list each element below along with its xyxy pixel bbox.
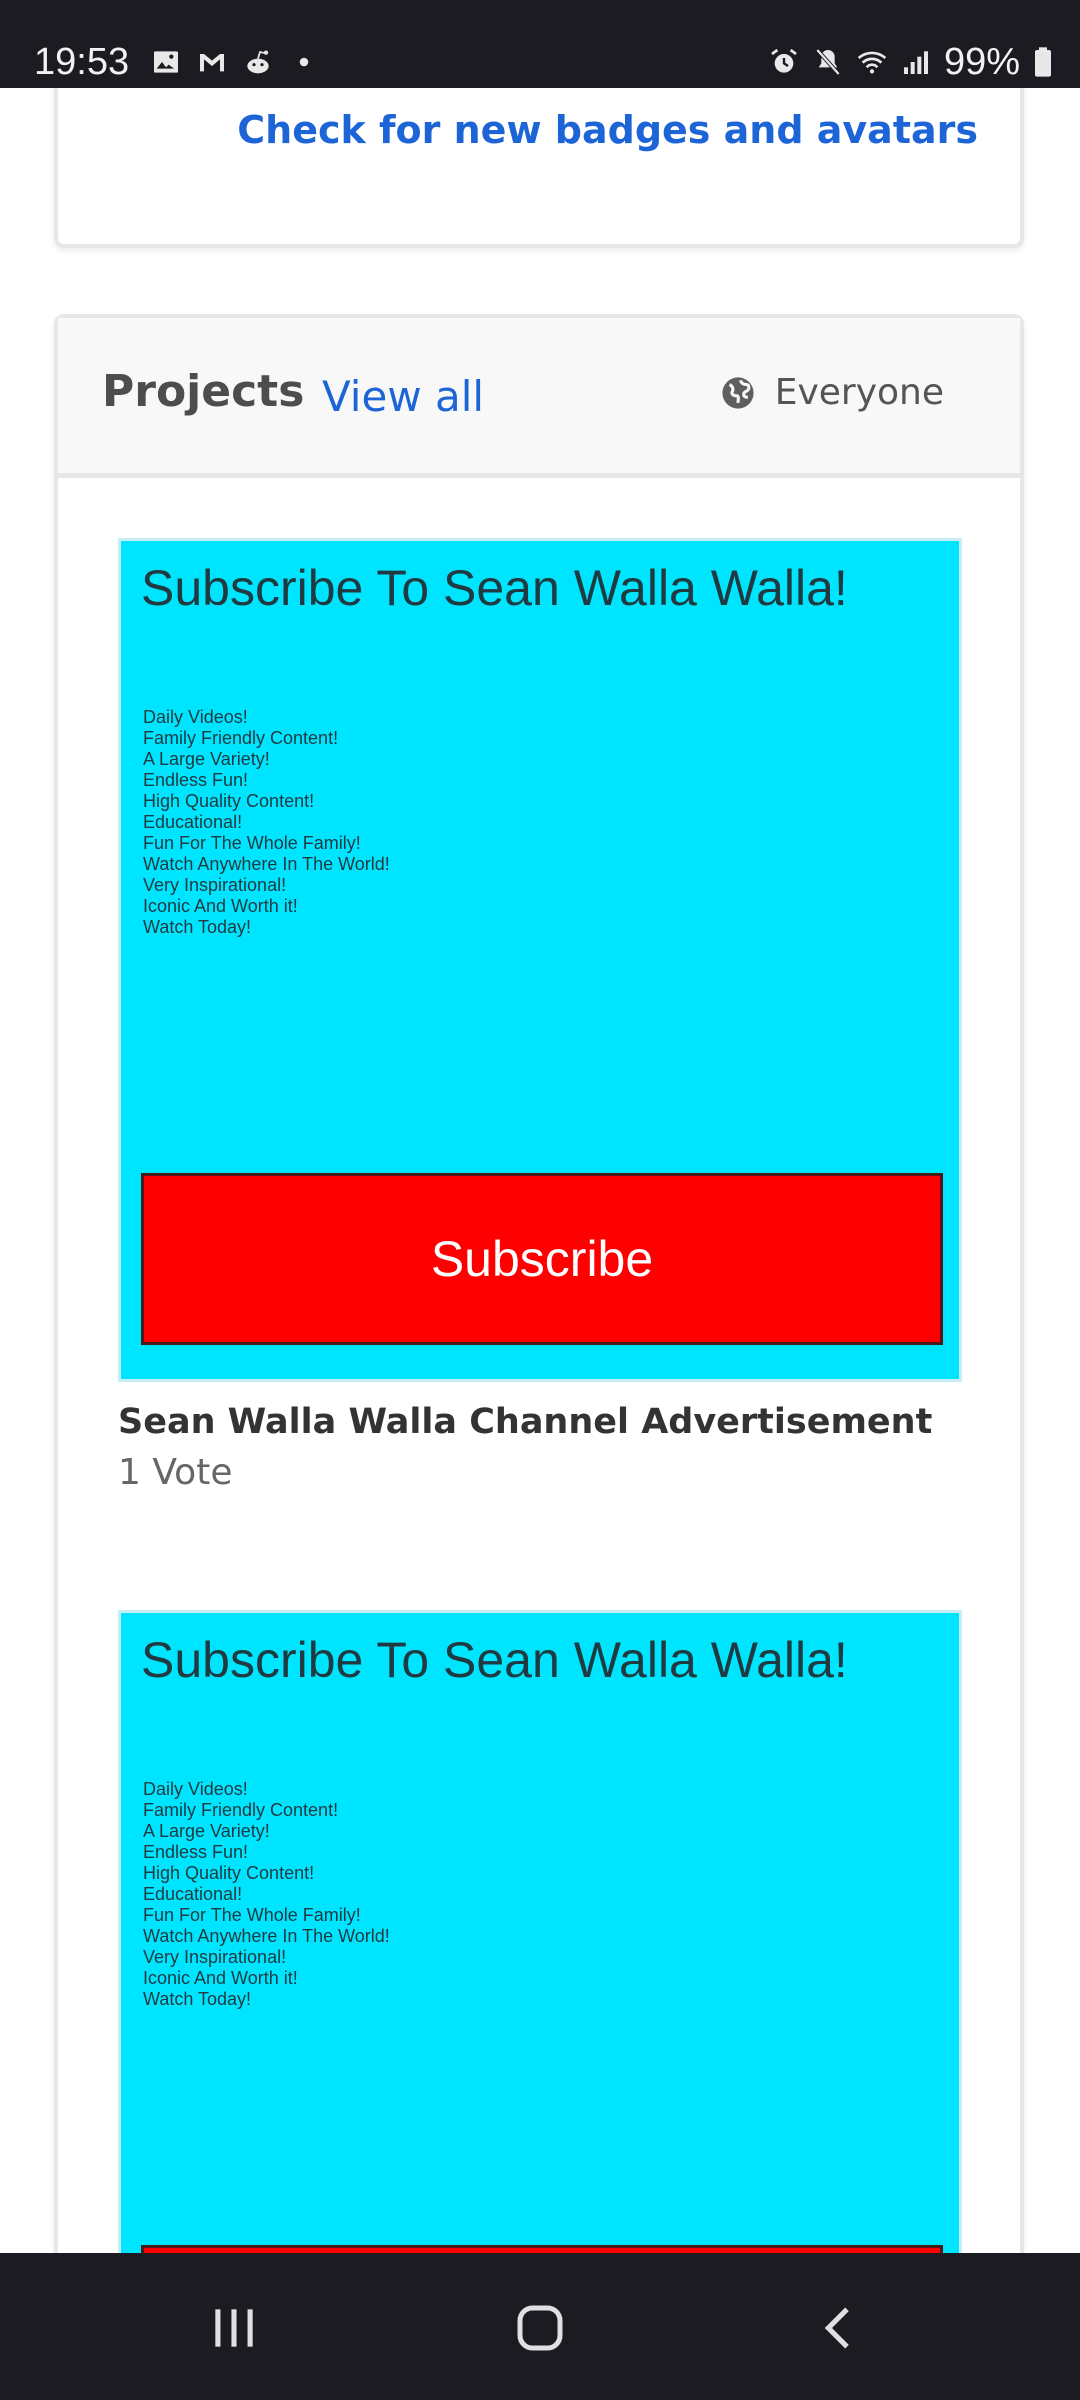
projects-card: Projects View all Everyone Subscribe To … xyxy=(54,314,1024,2253)
thumbnail-line: High Quality Content! xyxy=(143,791,315,811)
projects-header: Projects View all Everyone xyxy=(58,318,1020,478)
notification-icons xyxy=(150,42,320,82)
back-button[interactable] xyxy=(800,2293,880,2363)
thumbnail-text-lines: Daily Videos! Family Friendly Content! A… xyxy=(143,1779,390,2010)
home-icon xyxy=(517,2305,563,2351)
navigation-bar xyxy=(0,2253,1080,2400)
projects-title: Projects xyxy=(102,366,305,417)
home-button[interactable] xyxy=(500,2293,580,2363)
thumbnail-line: Endless Fun! xyxy=(143,1842,249,1862)
reddit-icon xyxy=(247,50,269,74)
dot-icon xyxy=(299,57,309,67)
project-votes: 1 Vote xyxy=(118,1452,233,1493)
gallery-icon xyxy=(154,51,178,73)
gmail-icon xyxy=(200,54,224,72)
thumbnail-line: Watch Anywhere In The World! xyxy=(143,1926,390,1946)
mute-icon xyxy=(815,48,841,76)
thumbnail-line: Fun For The Whole Family! xyxy=(143,1905,361,1925)
thumbnail-line: A Large Variety! xyxy=(143,749,270,769)
project-thumbnail[interactable]: Subscribe To Sean Walla Walla! Daily Vid… xyxy=(118,1610,962,2253)
check-badges-link[interactable]: Check for new badges and avatars xyxy=(237,108,978,152)
view-all-link[interactable]: View all xyxy=(322,372,484,421)
thumbnail-line: Daily Videos! xyxy=(143,707,248,727)
status-bar: 19:53 99% xyxy=(0,0,1080,88)
signal-icon xyxy=(903,51,928,74)
back-icon xyxy=(824,2307,849,2349)
project-card[interactable]: Subscribe To Sean Walla Walla! Daily Vid… xyxy=(118,538,962,1493)
thumbnail-line: Very Inspirational! xyxy=(143,1947,287,1967)
visibility-selector[interactable]: Everyone xyxy=(721,372,944,413)
thumbnail-line: Family Friendly Content! xyxy=(143,1800,339,1820)
thumbnail-title: Subscribe To Sean Walla Walla! xyxy=(141,560,848,616)
page-content: Check for new badges and avatars Project… xyxy=(0,88,1080,2253)
battery-percentage: 99% xyxy=(943,40,1020,83)
thumbnail-line: Educational! xyxy=(143,1884,243,1904)
thumbnail-subscribe-banner: Subscribe xyxy=(141,1173,943,1345)
system-icons: 99% xyxy=(768,38,1054,86)
badges-card: Check for new badges and avatars xyxy=(54,88,1024,248)
status-time: 19:53 xyxy=(34,41,130,83)
thumbnail-line: A Large Variety! xyxy=(143,1821,270,1841)
thumbnail-line: Iconic And Worth it! xyxy=(143,1968,298,1988)
project-card[interactable]: Subscribe To Sean Walla Walla! Daily Vid… xyxy=(118,1610,962,2253)
project-thumbnail[interactable]: Subscribe To Sean Walla Walla! Daily Vid… xyxy=(118,538,962,1382)
thumbnail-line: Watch Anywhere In The World! xyxy=(143,854,390,874)
thumbnail-line: Watch Today! xyxy=(143,1989,252,2009)
thumbnail-subscribe-label: Subscribe xyxy=(430,1231,654,1287)
globe-icon xyxy=(722,376,754,409)
thumbnail-line: Very Inspirational! xyxy=(143,875,287,895)
thumbnail-line: Watch Today! xyxy=(143,917,252,937)
thumbnail-title: Subscribe To Sean Walla Walla! xyxy=(141,1632,848,1688)
visibility-label: Everyone xyxy=(774,372,944,413)
alarm-icon xyxy=(771,48,797,73)
recent-apps-button[interactable] xyxy=(194,2293,274,2363)
thumbnail-line: Iconic And Worth it! xyxy=(143,896,298,916)
thumbnail-text-lines: Daily Videos! Family Friendly Content! A… xyxy=(143,707,390,938)
recent-apps-icon xyxy=(215,2309,253,2347)
thumbnail-line: Educational! xyxy=(143,812,243,832)
wifi-icon xyxy=(857,51,887,74)
thumbnail-line: Fun For The Whole Family! xyxy=(143,833,361,853)
thumbnail-line: High Quality Content! xyxy=(143,1863,315,1883)
thumbnail-subscribe-banner xyxy=(141,2245,943,2253)
thumbnail-line: Family Friendly Content! xyxy=(143,728,339,748)
project-name[interactable]: Sean Walla Walla Channel Advertisement xyxy=(118,1402,962,1442)
thumbnail-line: Daily Videos! xyxy=(143,1779,248,1799)
battery-icon xyxy=(1035,47,1051,77)
thumbnail-line: Endless Fun! xyxy=(143,770,249,790)
